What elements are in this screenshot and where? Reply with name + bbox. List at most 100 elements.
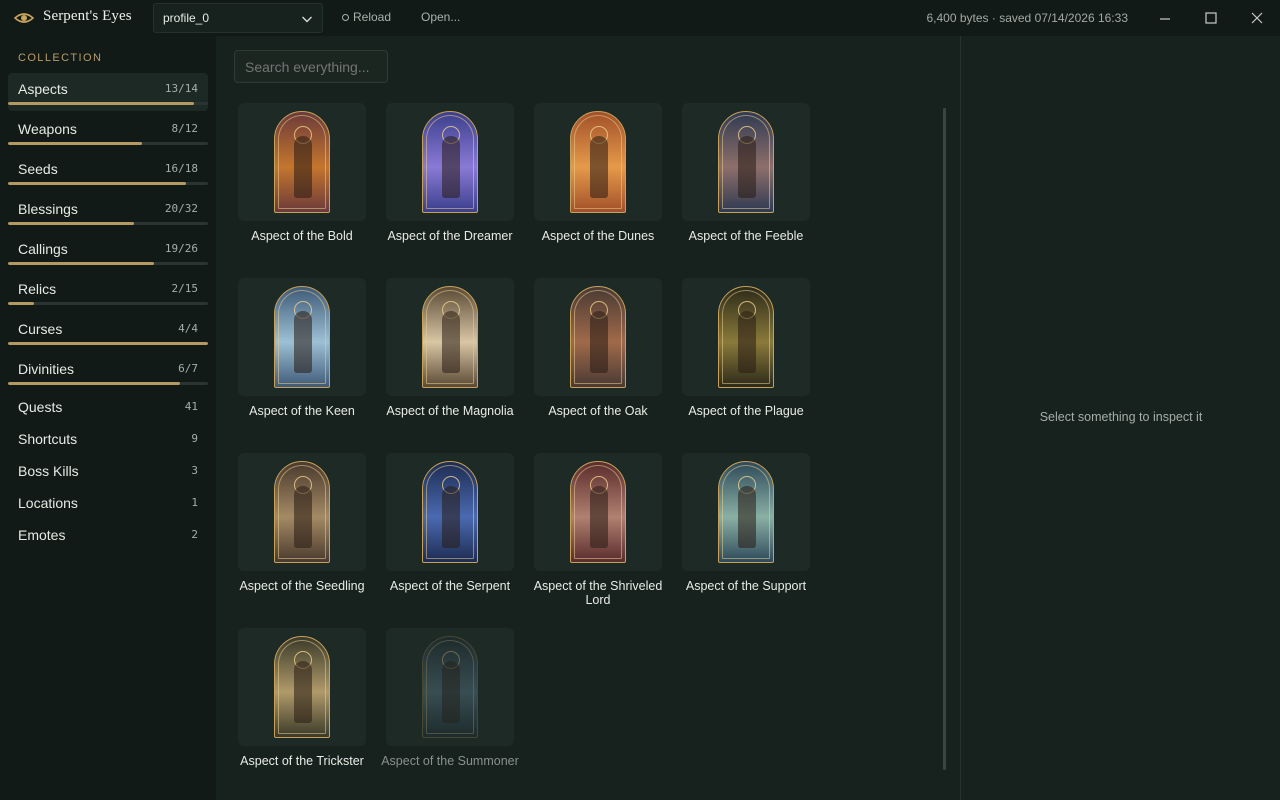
progress-fill [8, 222, 134, 225]
progress-fill [8, 302, 34, 305]
progress-track [8, 382, 208, 385]
search-input[interactable] [234, 50, 388, 83]
aspect-portrait-image [422, 286, 478, 388]
sidebar-item-count: 16/18 [164, 162, 198, 175]
aspect-card-label: Aspect of the Feeble [688, 229, 804, 243]
sidebar-item-label: Divinities [18, 361, 75, 377]
reload-label: Reload [353, 10, 392, 24]
aspect-portrait-image [422, 636, 478, 738]
aspect-card-frame [238, 103, 366, 221]
sidebar-item-count: 4/4 [178, 322, 198, 335]
sidebar-item-blessings[interactable]: Blessings 20/32 [8, 193, 208, 231]
sidebar-item-label: Relics [18, 281, 57, 297]
progress-track [8, 342, 208, 345]
aspect-portrait-image [274, 111, 330, 213]
aspect-card-label: Aspect of the Serpent [389, 579, 511, 593]
profile-select-value: profile_0 [163, 11, 210, 25]
aspect-card-label: Aspect of the Support [685, 579, 807, 593]
aspect-portrait-image [422, 461, 478, 563]
sidebar-item-label: Shortcuts [18, 431, 78, 447]
sidebar-item-locations[interactable]: Locations 1 [8, 487, 208, 517]
progress-fill [8, 142, 142, 145]
aspect-card-frame [386, 628, 514, 746]
sidebar-item-shortcuts[interactable]: Shortcuts 9 [8, 423, 208, 453]
sidebar-item-count: 2/15 [171, 282, 199, 295]
sidebar: COLLECTION Aspects 13/14 Weapons 8/12 Seeds 1… [0, 36, 216, 800]
sidebar-item-label: Aspects [18, 81, 68, 97]
aspect-portrait-image [718, 286, 774, 388]
sidebar-heading: COLLECTION [18, 52, 103, 64]
aspect-card-frame [682, 103, 810, 221]
sidebar-item-weapons[interactable]: Weapons 8/12 [8, 113, 208, 151]
sidebar-item-label: Boss Kills [18, 463, 79, 479]
aspect-card-frame [386, 278, 514, 396]
aspect-card-label: Aspect of the Seedling [239, 579, 365, 593]
save-status: 6,400 bytes · saved 07/14/2026 16:33 [926, 11, 1129, 25]
scrollbar[interactable] [943, 108, 946, 770]
sidebar-item-callings[interactable]: Callings 19/26 [8, 233, 208, 271]
sidebar-item-emotes[interactable]: Emotes 2 [8, 519, 208, 549]
aspect-card-label: Aspect of the Dreamer [387, 229, 513, 243]
aspect-card-label: Aspect of the Dunes [541, 229, 655, 243]
sidebar-item-divinities[interactable]: Divinities 6/7 [8, 353, 208, 391]
reload-button[interactable]: Reload [342, 10, 391, 24]
sidebar-item-relics[interactable]: Relics 2/15 [8, 273, 208, 311]
aspect-portrait-image [570, 461, 626, 563]
aspect-portrait-image [570, 286, 626, 388]
close-icon[interactable] [1245, 6, 1269, 30]
aspect-portrait-image [274, 636, 330, 738]
sidebar-item-count: 20/32 [164, 202, 198, 215]
progress-fill [8, 182, 186, 185]
aspect-card-label: Aspect of the Summoner [381, 754, 519, 768]
sidebar-item-label: Quests [18, 399, 63, 415]
reload-icon [342, 13, 349, 21]
aspect-card-frame [238, 628, 366, 746]
open-button[interactable]: Open... [421, 10, 460, 24]
aspect-portrait-image [422, 111, 478, 213]
aspect-card-label: Aspect of the Trickster [240, 754, 364, 768]
sidebar-item-count: 19/26 [164, 242, 198, 255]
sidebar-item-seeds[interactable]: Seeds 16/18 [8, 153, 208, 191]
maximize-icon[interactable] [1199, 6, 1223, 30]
sidebar-item-curses[interactable]: Curses 4/4 [8, 313, 208, 351]
sidebar-item-label: Emotes [18, 527, 66, 543]
aspect-card-frame [534, 278, 662, 396]
aspect-card-label: Aspect of the Plague [688, 404, 804, 418]
sidebar-item-aspects[interactable]: Aspects 13/14 [8, 73, 208, 111]
aspect-card-frame [238, 453, 366, 571]
progress-track [8, 222, 208, 225]
sidebar-item-count: 41 [184, 400, 198, 413]
aspect-card-frame [386, 453, 514, 571]
minimize-icon[interactable] [1153, 6, 1177, 30]
sidebar-item-count: 2 [191, 528, 198, 541]
sidebar-item-label: Weapons [18, 121, 77, 137]
progress-fill [8, 382, 180, 385]
profile-select[interactable]: profile_0 [153, 3, 323, 33]
sidebar-item-label: Curses [18, 321, 63, 337]
sidebar-item-count: 13/14 [164, 82, 198, 95]
aspect-card-label: Aspect of the Shriveled Lord [533, 579, 663, 607]
sidebar-item-count: 6/7 [178, 362, 198, 375]
eye-icon [14, 13, 34, 23]
aspect-card-frame [238, 278, 366, 396]
aspect-portrait-image [570, 111, 626, 213]
aspect-card-frame [682, 453, 810, 571]
app-title: Serpent's Eyes [43, 8, 132, 24]
sidebar-item-count: 8/12 [171, 122, 199, 135]
progress-fill [8, 262, 154, 265]
sidebar-item-label: Callings [18, 241, 68, 257]
sidebar-item-boss-kills[interactable]: Boss Kills 3 [8, 455, 208, 485]
sidebar-item-label: Locations [18, 495, 78, 511]
aspect-portrait-image [274, 461, 330, 563]
progress-fill [8, 342, 208, 345]
sidebar-item-quests[interactable]: Quests 41 [8, 391, 208, 421]
sidebar-item-label: Seeds [18, 161, 58, 177]
scrollbar-thumb[interactable] [943, 108, 946, 770]
progress-track [8, 102, 208, 105]
aspect-card-frame [534, 453, 662, 571]
aspect-card-label: Aspect of the Keen [249, 404, 355, 418]
progress-track [8, 302, 208, 305]
progress-track [8, 262, 208, 265]
sidebar-item-count: 3 [191, 464, 198, 477]
progress-track [8, 142, 208, 145]
